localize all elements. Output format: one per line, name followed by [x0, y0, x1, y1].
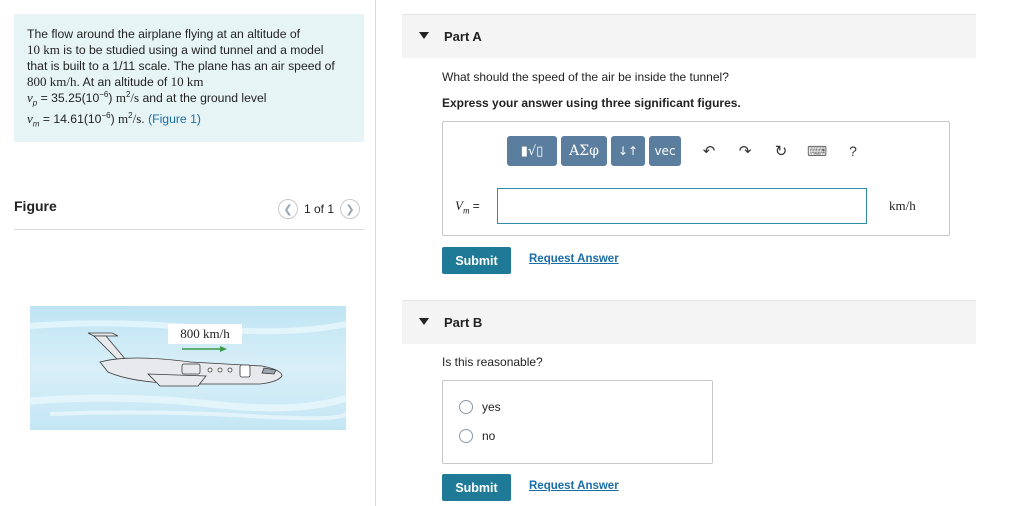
collapse-triangle-icon[interactable]	[419, 32, 429, 39]
chevron-left-icon[interactable]: ❮	[277, 199, 298, 219]
collapse-triangle-icon[interactable]	[419, 318, 429, 325]
figure-header: Figure ❮ 1 of 1 ❯	[14, 192, 364, 230]
pager-text: 1 of 1	[303, 202, 334, 216]
part-a-submit-button[interactable]: Submit	[442, 247, 511, 274]
answer-input[interactable]	[497, 188, 867, 224]
option-label: yes	[482, 400, 501, 414]
part-b-label: Part B	[444, 315, 483, 330]
math-toolbar: ▮√▯ ΑΣφ ↓↑ vec ↶ ↷ ↻ ⌨ ?	[507, 136, 867, 166]
part-b-options: yes no	[442, 380, 713, 464]
part-b-header[interactable]: Part B	[402, 300, 976, 344]
part-b-submit-button[interactable]: Submit	[442, 474, 511, 501]
figure-title: Figure	[14, 198, 57, 214]
airplane-figure: 800 km/h	[30, 306, 346, 430]
option-yes[interactable]: yes	[459, 400, 501, 414]
answer-box: ▮√▯ ΑΣφ ↓↑ vec ↶ ↷ ↻ ⌨ ? Vm = km/h	[442, 121, 950, 236]
part-a-header[interactable]: Part A	[402, 14, 976, 58]
problem-line-2: 10 km is to be studied using a wind tunn…	[27, 42, 324, 58]
problem-panel: The flow around the airplane flying at a…	[0, 0, 376, 506]
problem-line-5: νp = 35.25(10−6) m2/s and at the ground …	[27, 90, 267, 108]
chevron-right-icon[interactable]: ❯	[340, 199, 360, 219]
radio-button[interactable]	[459, 400, 473, 414]
problem-line-4: 800 km/h. At an altitude of 10 km	[27, 73, 204, 89]
part-b-question: Is this reasonable?	[442, 355, 543, 369]
vector-button[interactable]: vec	[649, 136, 681, 166]
keyboard-icon[interactable]: ⌨	[803, 136, 831, 166]
option-no[interactable]: no	[459, 429, 495, 443]
problem-statement: The flow around the airplane flying at a…	[14, 14, 364, 142]
redo-icon[interactable]: ↷	[731, 136, 759, 166]
arrows-button[interactable]: ↓↑	[611, 136, 645, 166]
templates-button[interactable]: ▮√▯	[507, 136, 557, 166]
part-a-question: What should the speed of the air be insi…	[442, 70, 729, 84]
figure-link[interactable]: (Figure 1)	[148, 112, 201, 126]
part-b-request-answer-link[interactable]: Request Answer	[529, 480, 619, 492]
speed-label: 800 km/h	[180, 326, 230, 341]
greek-symbols-button[interactable]: ΑΣφ	[561, 136, 607, 166]
option-label: no	[482, 429, 496, 443]
reset-icon[interactable]: ↻	[767, 136, 795, 166]
part-a-instruction: Express your answer using three signific…	[442, 96, 741, 110]
radio-button[interactable]	[459, 429, 473, 443]
problem-line-6: νm = 14.61(10−6) m2/s. (Figure 1)	[27, 110, 201, 129]
help-icon[interactable]: ?	[839, 136, 867, 166]
problem-line-3: that is built to a 1/11 scale. The plane…	[27, 58, 335, 73]
figure-pager: ❮ 1 of 1 ❯	[277, 199, 360, 219]
answer-unit: km/h	[889, 198, 916, 213]
part-a-request-answer-link[interactable]: Request Answer	[529, 253, 619, 265]
undo-icon[interactable]: ↶	[695, 136, 723, 166]
problem-line-1: The flow around the airplane flying at a…	[27, 27, 301, 41]
answer-variable-label: Vm =	[455, 198, 480, 216]
part-a-label: Part A	[444, 29, 482, 44]
